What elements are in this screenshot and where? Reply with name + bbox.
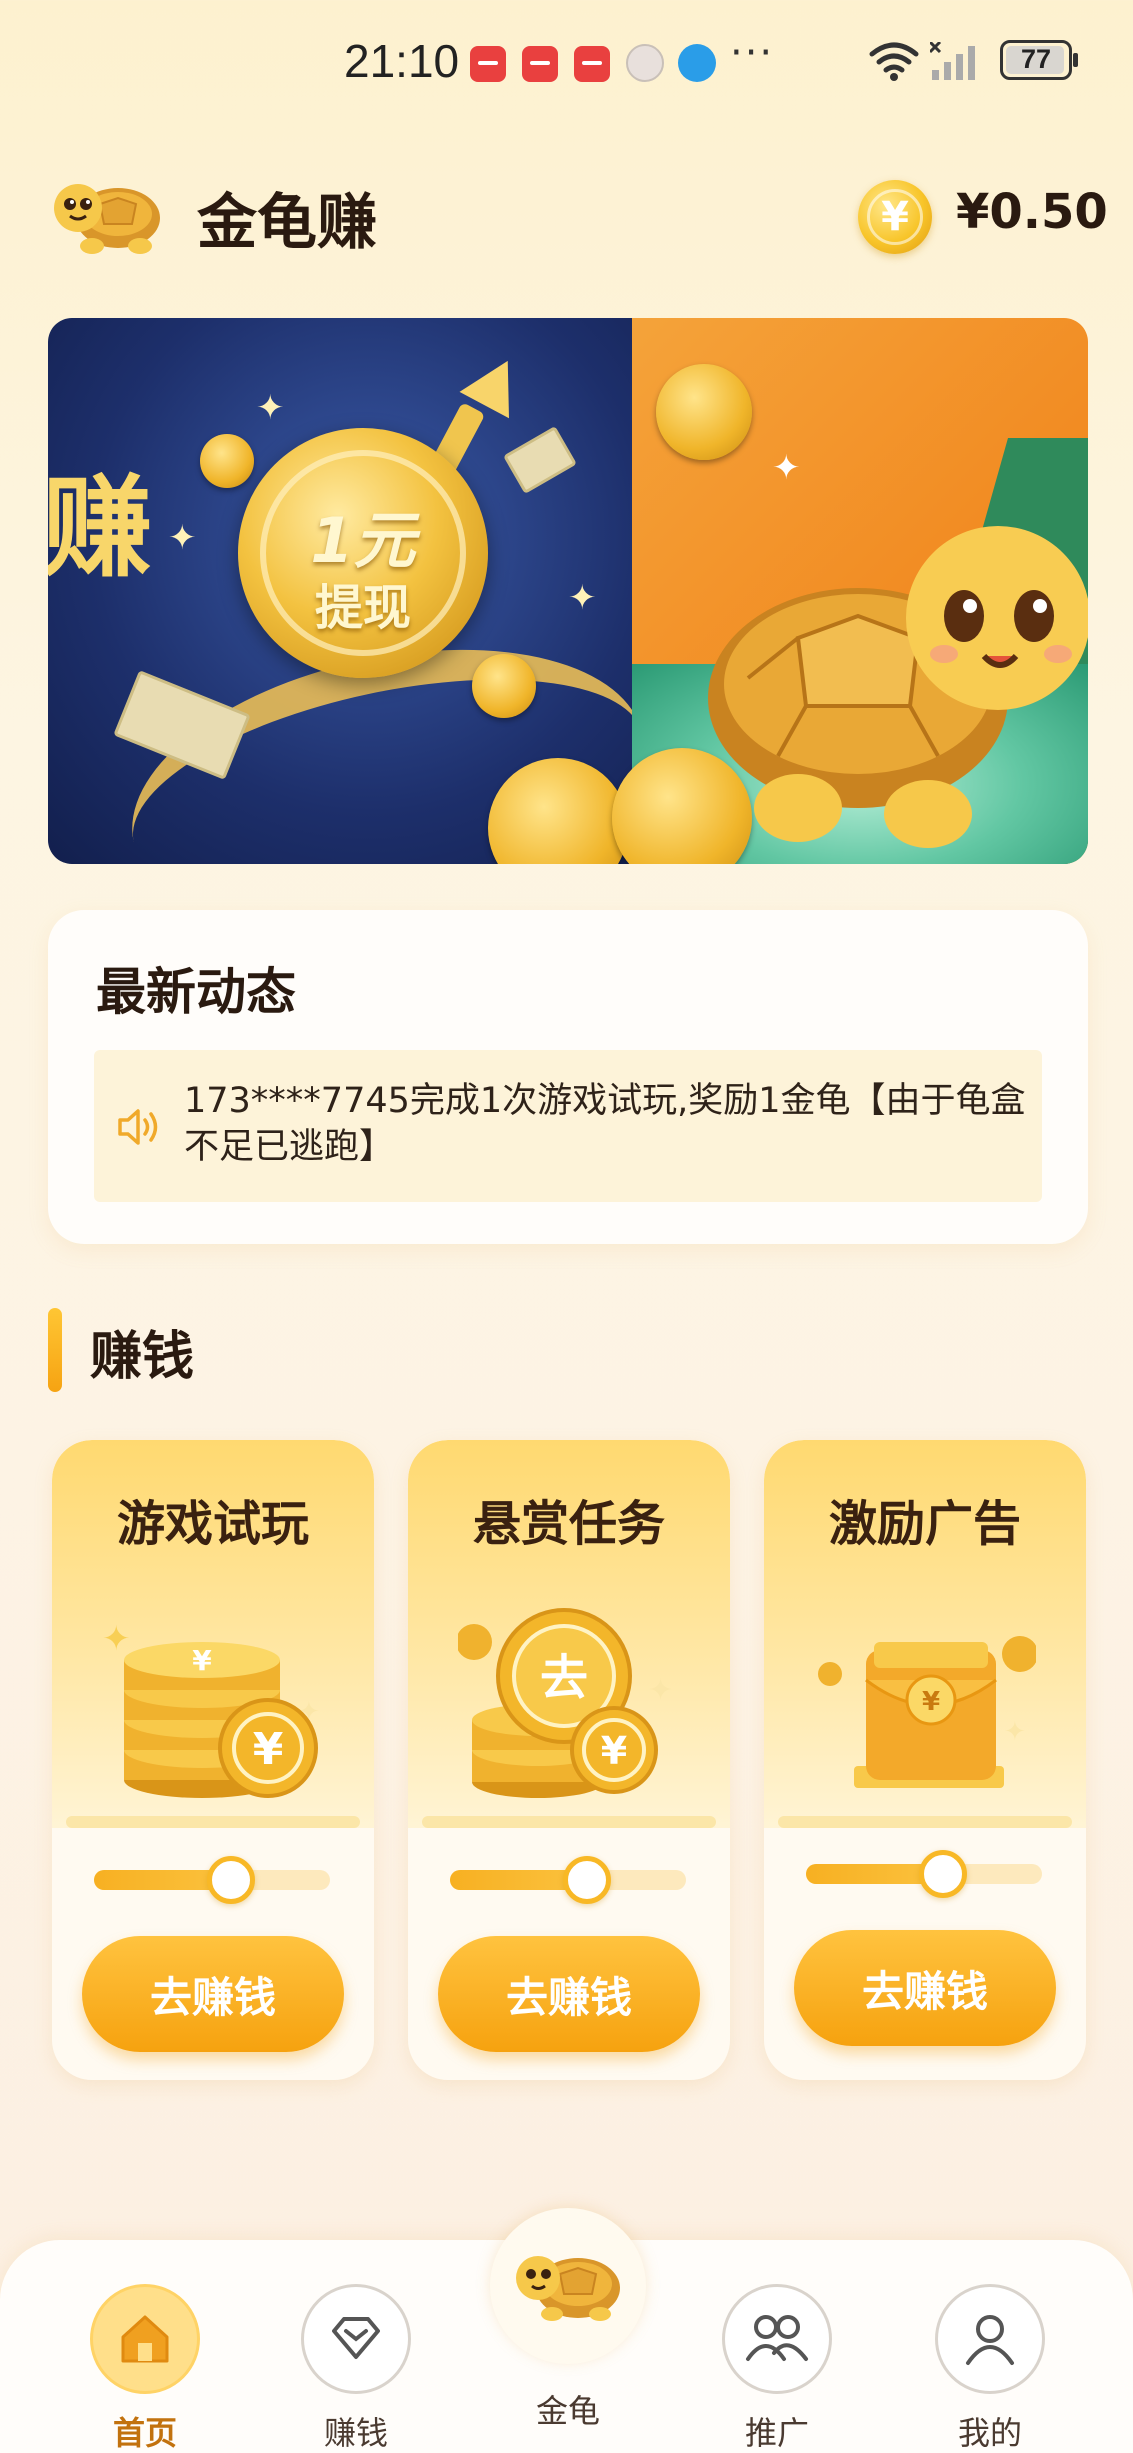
slider-thumb[interactable] xyxy=(562,1856,611,1904)
task-title: 悬赏任务 xyxy=(472,1496,665,1552)
banner-side-char: 赚 xyxy=(48,464,152,592)
svg-text:¥: ¥ xyxy=(922,1687,940,1717)
coin-stack-icon: ✦ ✦ ¥ ¥ xyxy=(102,1619,320,1798)
task-title: 激励广告 xyxy=(828,1496,1021,1552)
banknote-icon xyxy=(503,425,577,495)
red-envelope-icon: ✦ ¥ xyxy=(818,1636,1036,1788)
huawei-app-icon xyxy=(522,46,558,82)
turtle-logo-icon xyxy=(54,184,160,254)
speaker-icon xyxy=(118,1109,158,1145)
progress-slider[interactable] xyxy=(94,1856,330,1904)
nav-label: 推广 xyxy=(744,2414,809,2452)
progress-slider[interactable] xyxy=(806,1850,1042,1898)
huawei-app-icon xyxy=(574,46,610,82)
nav-label-turtle: 金龟 xyxy=(535,2392,600,2430)
svg-text:✦: ✦ xyxy=(102,1619,131,1659)
task-card-reward-ad[interactable]: 激励广告 ✦ ¥ 去赚钱 xyxy=(764,1440,1086,2080)
news-card: 最新动态 173****7745完成1次游戏试玩,奖励1金龟【由于龟盒不足已逃跑… xyxy=(48,910,1088,1244)
home-icon xyxy=(90,2284,200,2394)
promo-banner[interactable]: 赚 1元 提现 ✦ ✦ ✦ ✦ xyxy=(48,318,1088,864)
task-title: 游戏试玩 xyxy=(116,1496,309,1552)
task-card-game-trial[interactable]: 游戏试玩 ✦ ✦ ¥ ¥ 去赚钱 xyxy=(52,1440,374,2080)
sparkle-icon: ✦ xyxy=(168,518,197,558)
svg-text:✦: ✦ xyxy=(648,1673,673,1708)
nav-label: 我的 xyxy=(957,2414,1022,2452)
news-title: 最新动态 xyxy=(96,963,296,1021)
go-earn-button[interactable]: 去赚钱 xyxy=(82,1936,344,2052)
people-icon xyxy=(722,2284,832,2394)
nav-item-home[interactable]: 首页 xyxy=(75,2262,215,2452)
nav-item-mine[interactable]: 我的 xyxy=(920,2262,1060,2452)
coin-go-icon: ✦ 去 ¥ xyxy=(458,1608,673,1798)
svg-text:¥: ¥ xyxy=(253,1724,284,1775)
go-earn-button[interactable]: 去赚钱 xyxy=(794,1930,1056,2046)
go-earn-button[interactable]: 去赚钱 xyxy=(438,1936,700,2052)
svg-text:✦: ✦ xyxy=(1004,1717,1026,1747)
coin-icon: ¥ xyxy=(858,180,932,254)
withdraw-coin-icon: 1元 提现 xyxy=(238,428,488,678)
task-card-bounty[interactable]: 悬赏任务 ✦ 去 ¥ 去赚钱 xyxy=(408,1440,730,2080)
small-coin-icon xyxy=(656,364,752,460)
small-coin-icon xyxy=(472,654,536,718)
section-title: 赚钱 xyxy=(90,1327,195,1387)
sparkle-icon: ✦ xyxy=(256,388,285,428)
news-ticker[interactable]: 173****7745完成1次游戏试玩,奖励1金龟【由于龟盒不足已逃跑】 xyxy=(94,1050,1042,1202)
status-time: 21:10 xyxy=(344,35,460,87)
huawei-app-icon xyxy=(470,46,506,82)
turtle-icon xyxy=(516,2256,620,2321)
signal-icon xyxy=(930,42,975,80)
small-coin-icon xyxy=(200,434,254,488)
news-message: 173****7745完成1次游戏试玩,奖励1金龟【由于龟盒不足已逃跑】 xyxy=(184,1081,1026,1167)
progress-slider[interactable] xyxy=(450,1856,686,1904)
balance-amount[interactable]: ¥0.50 xyxy=(956,184,1108,240)
banner-slide-withdraw: 赚 1元 提现 ✦ ✦ ✦ xyxy=(48,318,670,864)
more-icon: ··· xyxy=(730,30,775,76)
coin-text-withdraw: 提现 xyxy=(314,580,411,636)
coin-text-amount: 1元 xyxy=(310,504,416,577)
golden-turtle-icon xyxy=(708,526,1088,848)
nav-item-promote[interactable]: 推广 xyxy=(707,2262,847,2452)
wifi-icon xyxy=(869,42,919,81)
section-accent-bar xyxy=(48,1308,62,1392)
diamond-icon xyxy=(301,2284,411,2394)
globe-icon xyxy=(678,44,716,82)
sparkle-icon: ✦ xyxy=(568,578,597,618)
app-header: 金龟赚 ¥ ¥0.50 xyxy=(0,150,1133,280)
user-icon xyxy=(935,2284,1045,2394)
sparkle-icon: ✦ xyxy=(772,448,801,488)
app-title: 金龟赚 xyxy=(197,188,377,258)
nav-item-turtle[interactable] xyxy=(490,2208,646,2364)
battery-icon: 77 xyxy=(1000,40,1078,80)
nav-label: 首页 xyxy=(112,2414,177,2452)
nav-item-earn[interactable]: 赚钱 xyxy=(286,2262,426,2452)
slider-thumb[interactable] xyxy=(918,1850,967,1898)
svg-text:¥: ¥ xyxy=(601,1729,627,1773)
status-bar: 21:10 ··· 77 xyxy=(0,0,1133,130)
svg-text:去: 去 xyxy=(540,1650,588,1706)
avatar-icon xyxy=(626,44,664,82)
svg-text:¥: ¥ xyxy=(192,1644,212,1677)
nav-label: 赚钱 xyxy=(323,2414,388,2452)
battery-level: 77 xyxy=(1020,44,1052,74)
slider-thumb[interactable] xyxy=(206,1856,255,1904)
